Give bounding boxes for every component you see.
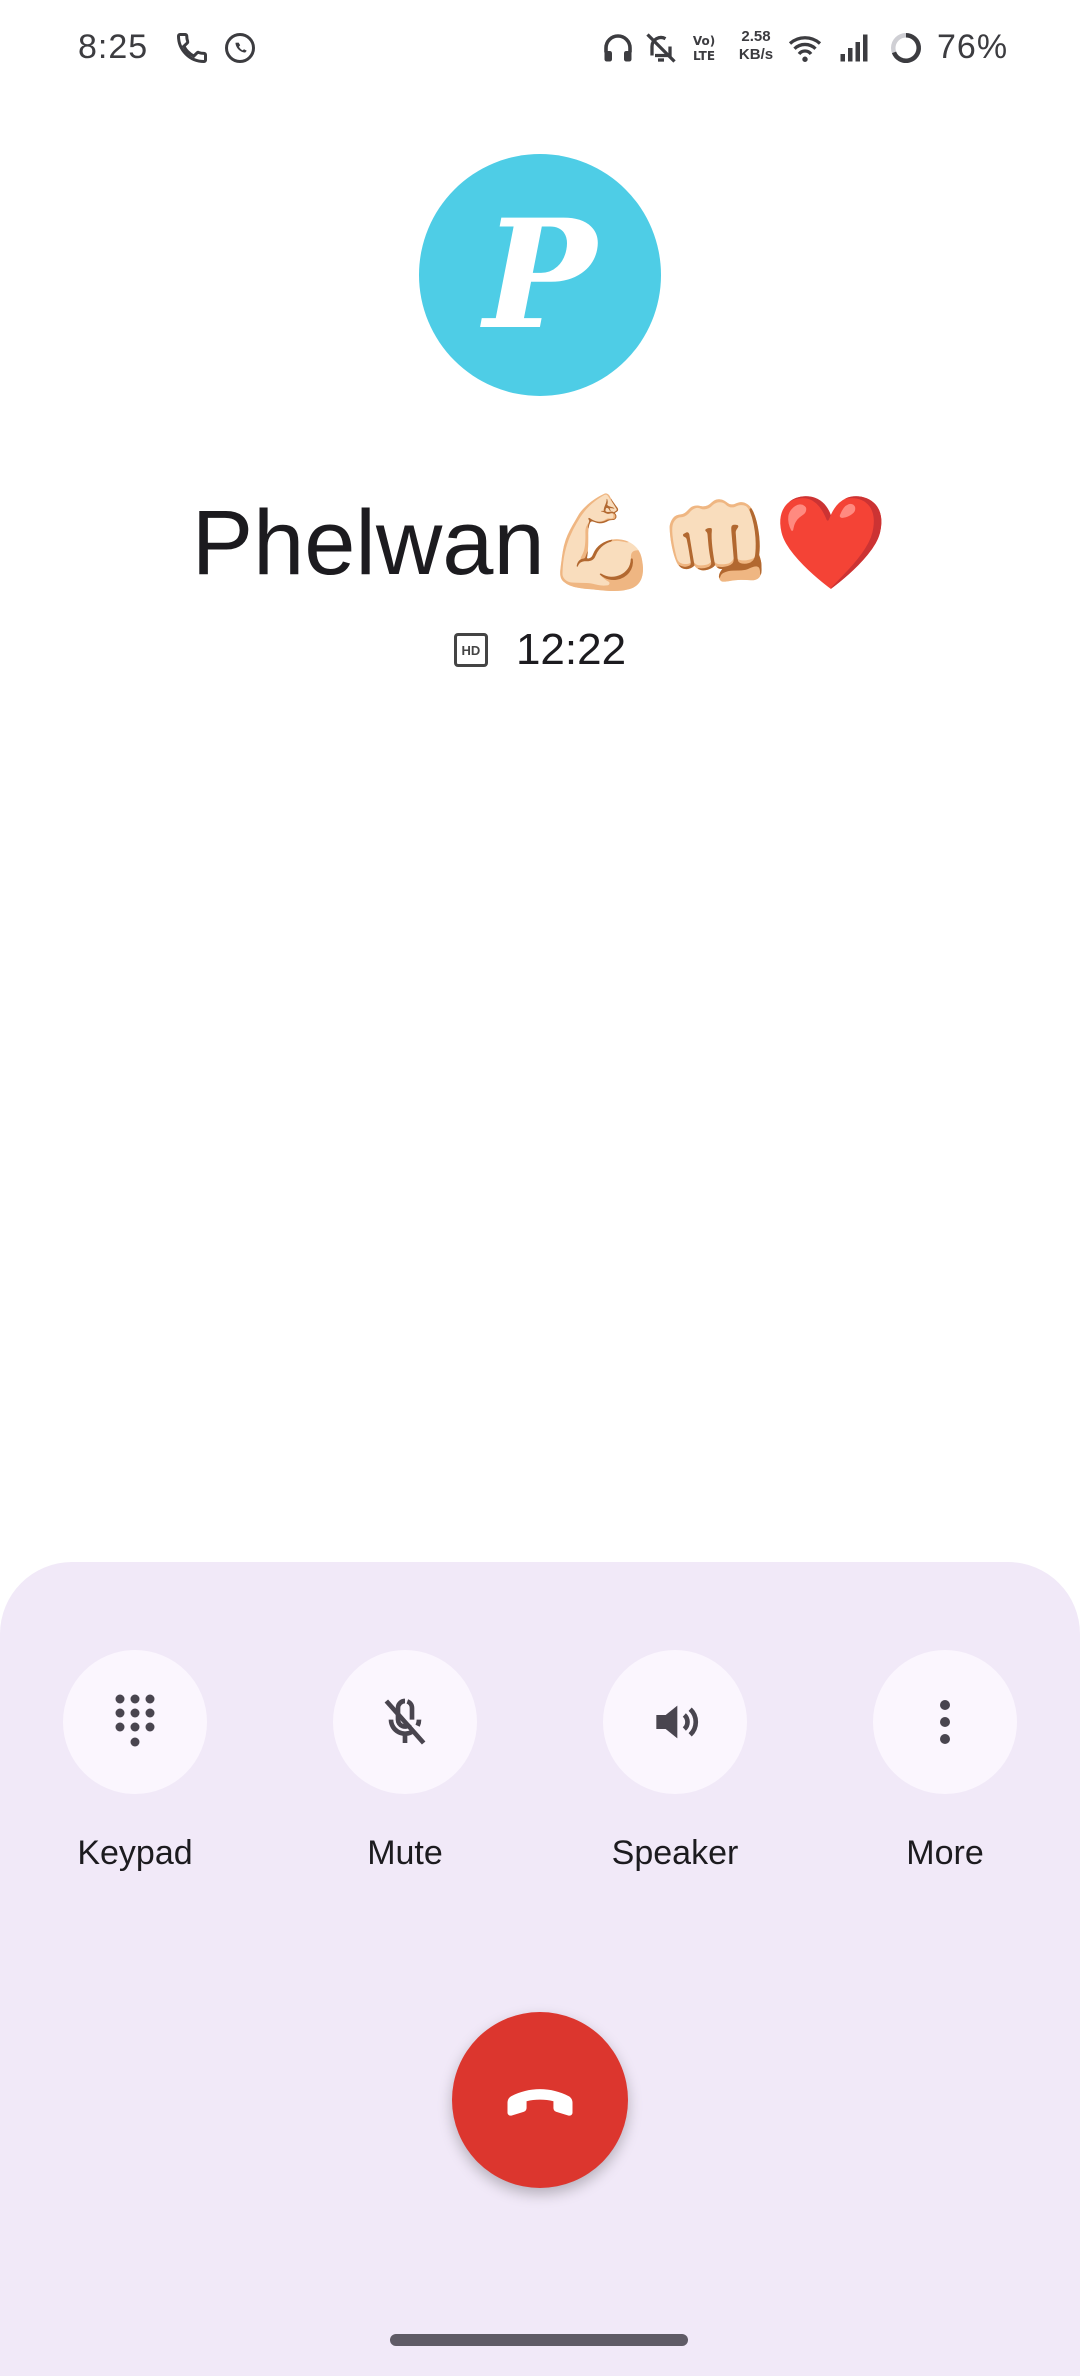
speaker-button[interactable]: [603, 1650, 747, 1794]
more-control[interactable]: More: [845, 1650, 1045, 1873]
status-bar: 8:25 Vo) LTE 2.58 KB/s 76%: [0, 0, 1080, 100]
wifi-icon: [788, 36, 822, 62]
hd-icon: HD: [453, 633, 488, 667]
call-control-panel: Keypad Mute Speaker More: [0, 1562, 1080, 2376]
mute-button[interactable]: [333, 1650, 477, 1794]
caller-name: Phelwan💪🏻👊🏻❤️: [191, 492, 889, 594]
keypad-label: Keypad: [77, 1834, 193, 1872]
keypad-button[interactable]: [63, 1650, 207, 1794]
avatar-letter: P: [483, 187, 597, 363]
more-label: More: [906, 1834, 984, 1872]
status-time: 8:25: [78, 28, 149, 66]
headphones-icon: [604, 34, 632, 62]
dialpad-icon: [115, 1694, 155, 1747]
whatsapp-icon: [225, 33, 255, 63]
speaker-control[interactable]: Speaker: [575, 1650, 775, 1873]
bell-off-icon: [646, 33, 676, 63]
caller-avatar: P: [419, 154, 661, 396]
net-speed: 2.58 KB/s: [738, 28, 774, 63]
end-call-button[interactable]: [452, 2012, 628, 2188]
speaker-label: Speaker: [611, 1834, 739, 1872]
keypad-control[interactable]: Keypad: [35, 1650, 235, 1873]
battery-ring-icon: [891, 33, 921, 63]
cell-signal-icon: [840, 34, 868, 62]
home-indicator[interactable]: [390, 2334, 688, 2346]
call-meta: HD 12:22: [0, 625, 1080, 675]
svg-text:Vo): Vo): [693, 34, 715, 48]
svg-text:LTE: LTE: [693, 49, 715, 63]
phone-call-icon: [176, 33, 207, 64]
mute-label: Mute: [367, 1834, 443, 1872]
more-vert-icon: [940, 1700, 950, 1744]
mute-control[interactable]: Mute: [305, 1650, 505, 1873]
phone-hangup-icon: [507, 2089, 573, 2116]
volume-icon: [656, 1705, 699, 1739]
call-duration: 12:22: [515, 625, 627, 674]
more-button[interactable]: [873, 1650, 1017, 1794]
battery-percent: 76%: [937, 28, 1009, 66]
mic-off-icon: [384, 1698, 426, 1745]
volte-icon: Vo) LTE: [693, 34, 715, 63]
